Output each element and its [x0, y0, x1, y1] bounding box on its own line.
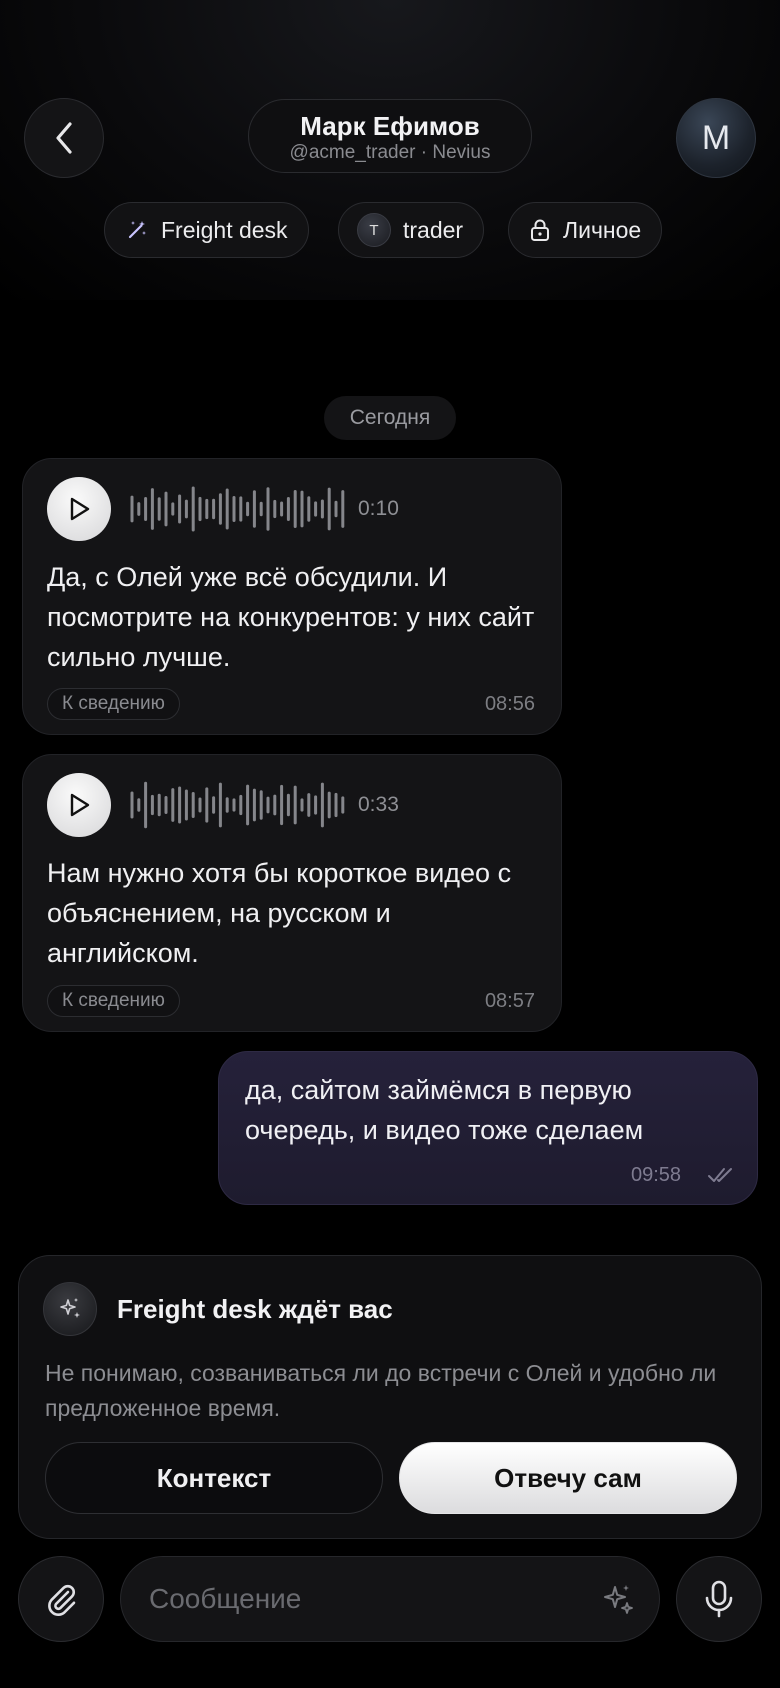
- magic-wand-icon: [125, 218, 149, 242]
- avatar[interactable]: M: [676, 98, 756, 178]
- voice-duration: 0:10: [358, 497, 399, 520]
- context-button[interactable]: Контекст: [45, 1442, 383, 1514]
- info-tag[interactable]: К сведению: [47, 985, 180, 1017]
- attach-button[interactable]: [18, 1556, 104, 1642]
- chip-freight-desk[interactable]: Freight desk: [104, 202, 309, 258]
- microphone-icon: [705, 1580, 733, 1618]
- transcript-text: Нам нужно хотя бы короткое видео с объяс…: [47, 858, 512, 968]
- voice-duration: 0:33: [358, 793, 399, 816]
- answer-myself-button[interactable]: Отвечу сам: [399, 1442, 737, 1514]
- assistant-body: Не понимаю, созваниваться ли до встречи …: [45, 1360, 717, 1421]
- chip-label: Freight desk: [161, 216, 288, 243]
- date-separator: Сегодня: [324, 396, 456, 440]
- trader-avatar: T: [357, 213, 391, 247]
- transcript-text: Да, с Олей уже всё обсудили. И посмотрит…: [47, 562, 535, 672]
- chevron-left-icon: [56, 122, 72, 154]
- lock-icon: [529, 218, 551, 242]
- chip-trader[interactable]: T trader: [338, 202, 485, 258]
- waveform[interactable]: [129, 485, 349, 533]
- voice-message[interactable]: 0:10 Да, с Олей уже всё обсудили. И посм…: [22, 458, 562, 735]
- back-button[interactable]: [24, 98, 104, 178]
- avatar-letter: M: [701, 118, 731, 157]
- microphone-button[interactable]: [676, 1556, 762, 1642]
- assistant-card: Freight desk ждёт вас Не понимаю, созван…: [18, 1255, 762, 1539]
- play-icon: [70, 793, 90, 817]
- outgoing-message[interactable]: да, сайтом займёмся в первую очередь, и …: [218, 1051, 758, 1205]
- message-time: 08:56: [484, 693, 535, 715]
- message-input[interactable]: Сообщение: [120, 1556, 660, 1642]
- waveform[interactable]: [129, 781, 349, 829]
- message-time: 08:57: [484, 990, 535, 1012]
- voice-message[interactable]: 0:33 Нам нужно хотя бы короткое видео с …: [22, 754, 562, 1032]
- play-icon: [70, 497, 90, 521]
- contact-subtitle: @acme_trader · Nevius: [289, 142, 491, 163]
- sparkles-icon: [43, 1282, 97, 1336]
- assistant-title: Freight desk ждёт вас: [117, 1294, 393, 1324]
- message-time: 09:58: [631, 1164, 682, 1186]
- double-check-icon: [708, 1168, 732, 1182]
- chip-label: trader: [403, 216, 464, 243]
- info-tag[interactable]: К сведению: [47, 688, 180, 720]
- chip-personal[interactable]: Личное: [508, 202, 663, 258]
- play-button[interactable]: [47, 773, 111, 837]
- chat-header[interactable]: Марк Ефимов @acme_trader · Nevius: [248, 99, 532, 173]
- message-placeholder: Сообщение: [149, 1583, 302, 1614]
- chip-label: Личное: [563, 216, 642, 243]
- paperclip-icon: [48, 1584, 76, 1616]
- message-text: да, сайтом займёмся в первую очередь, и …: [245, 1075, 644, 1145]
- play-button[interactable]: [47, 477, 111, 541]
- ai-sparkles-icon[interactable]: [599, 1581, 637, 1619]
- contact-name: Марк Ефимов: [300, 111, 480, 141]
